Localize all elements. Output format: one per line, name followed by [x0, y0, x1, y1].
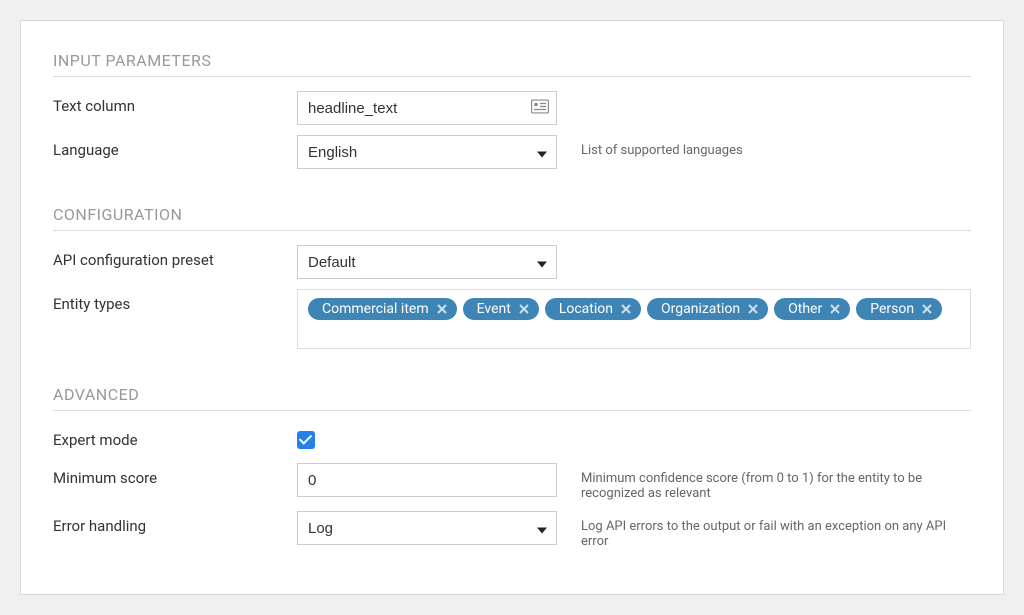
control-text-column [297, 91, 557, 125]
section-title-config: CONFIGURATION [53, 205, 971, 231]
control-api-preset: Default [297, 245, 557, 279]
help-min-score: Minimum confidence score (from 0 to 1) f… [557, 463, 971, 501]
label-entity-types: Entity types [53, 289, 297, 313]
help-language: List of supported languages [557, 135, 971, 158]
entity-type-tag: Organization [647, 298, 768, 320]
entity-type-tag-label: Person [870, 302, 914, 316]
control-error-handling: Log [297, 511, 557, 545]
text-column-input[interactable] [297, 91, 557, 125]
control-entity-types: Commercial item Event Location Organization… [297, 289, 971, 349]
section-input-parameters: INPUT PARAMETERS Text column Language [53, 51, 971, 169]
control-language: English [297, 135, 557, 169]
row-expert-mode: Expert mode [53, 425, 971, 453]
entity-type-tag: Commercial item [308, 298, 457, 320]
label-language: Language [53, 135, 297, 159]
entity-type-tag: Event [463, 298, 539, 320]
entity-type-tag-label: Location [559, 302, 613, 316]
entity-type-tag-label: Commercial item [322, 302, 429, 316]
row-entity-types: Entity types Commercial item Event Locatio… [53, 289, 971, 349]
label-api-preset: API configuration preset [53, 245, 297, 269]
label-error-handling: Error handling [53, 511, 297, 535]
row-error-handling: Error handling Log Log API errors to the… [53, 511, 971, 549]
help-error-handling: Log API errors to the output or fail wit… [557, 511, 971, 549]
section-title-advanced: ADVANCED [53, 385, 971, 411]
section-advanced: ADVANCED Expert mode Minimum score Minim… [53, 385, 971, 549]
entity-type-tag-label: Event [477, 302, 511, 316]
control-min-score [297, 463, 557, 497]
tag-remove-icon[interactable] [830, 304, 840, 314]
row-api-preset: API configuration preset Default [53, 245, 971, 279]
row-language: Language English List of supported langu… [53, 135, 971, 169]
section-configuration: CONFIGURATION API configuration preset D… [53, 205, 971, 349]
language-select[interactable]: English [297, 135, 557, 169]
tag-remove-icon[interactable] [519, 304, 529, 314]
tag-remove-icon[interactable] [748, 304, 758, 314]
entity-type-tag: Other [774, 298, 850, 320]
settings-panel: INPUT PARAMETERS Text column Language [20, 20, 1004, 595]
error-handling-select[interactable]: Log [297, 511, 557, 545]
label-min-score: Minimum score [53, 463, 297, 487]
api-preset-select[interactable]: Default [297, 245, 557, 279]
control-expert-mode [297, 425, 557, 453]
entity-type-tag-label: Organization [661, 302, 740, 316]
label-text-column: Text column [53, 91, 297, 115]
row-text-column: Text column [53, 91, 971, 125]
entity-type-tag: Location [545, 298, 641, 320]
min-score-input[interactable] [297, 463, 557, 497]
tag-remove-icon[interactable] [621, 304, 631, 314]
tag-remove-icon[interactable] [922, 304, 932, 314]
entity-types-tagbox[interactable]: Commercial item Event Location Organization… [297, 289, 971, 349]
label-expert-mode: Expert mode [53, 425, 297, 449]
tag-remove-icon[interactable] [437, 304, 447, 314]
section-title-input: INPUT PARAMETERS [53, 51, 971, 77]
expert-mode-checkbox[interactable] [297, 431, 315, 449]
row-min-score: Minimum score Minimum confidence score (… [53, 463, 971, 501]
entity-type-tag-label: Other [788, 302, 822, 316]
entity-type-tag: Person [856, 298, 942, 320]
